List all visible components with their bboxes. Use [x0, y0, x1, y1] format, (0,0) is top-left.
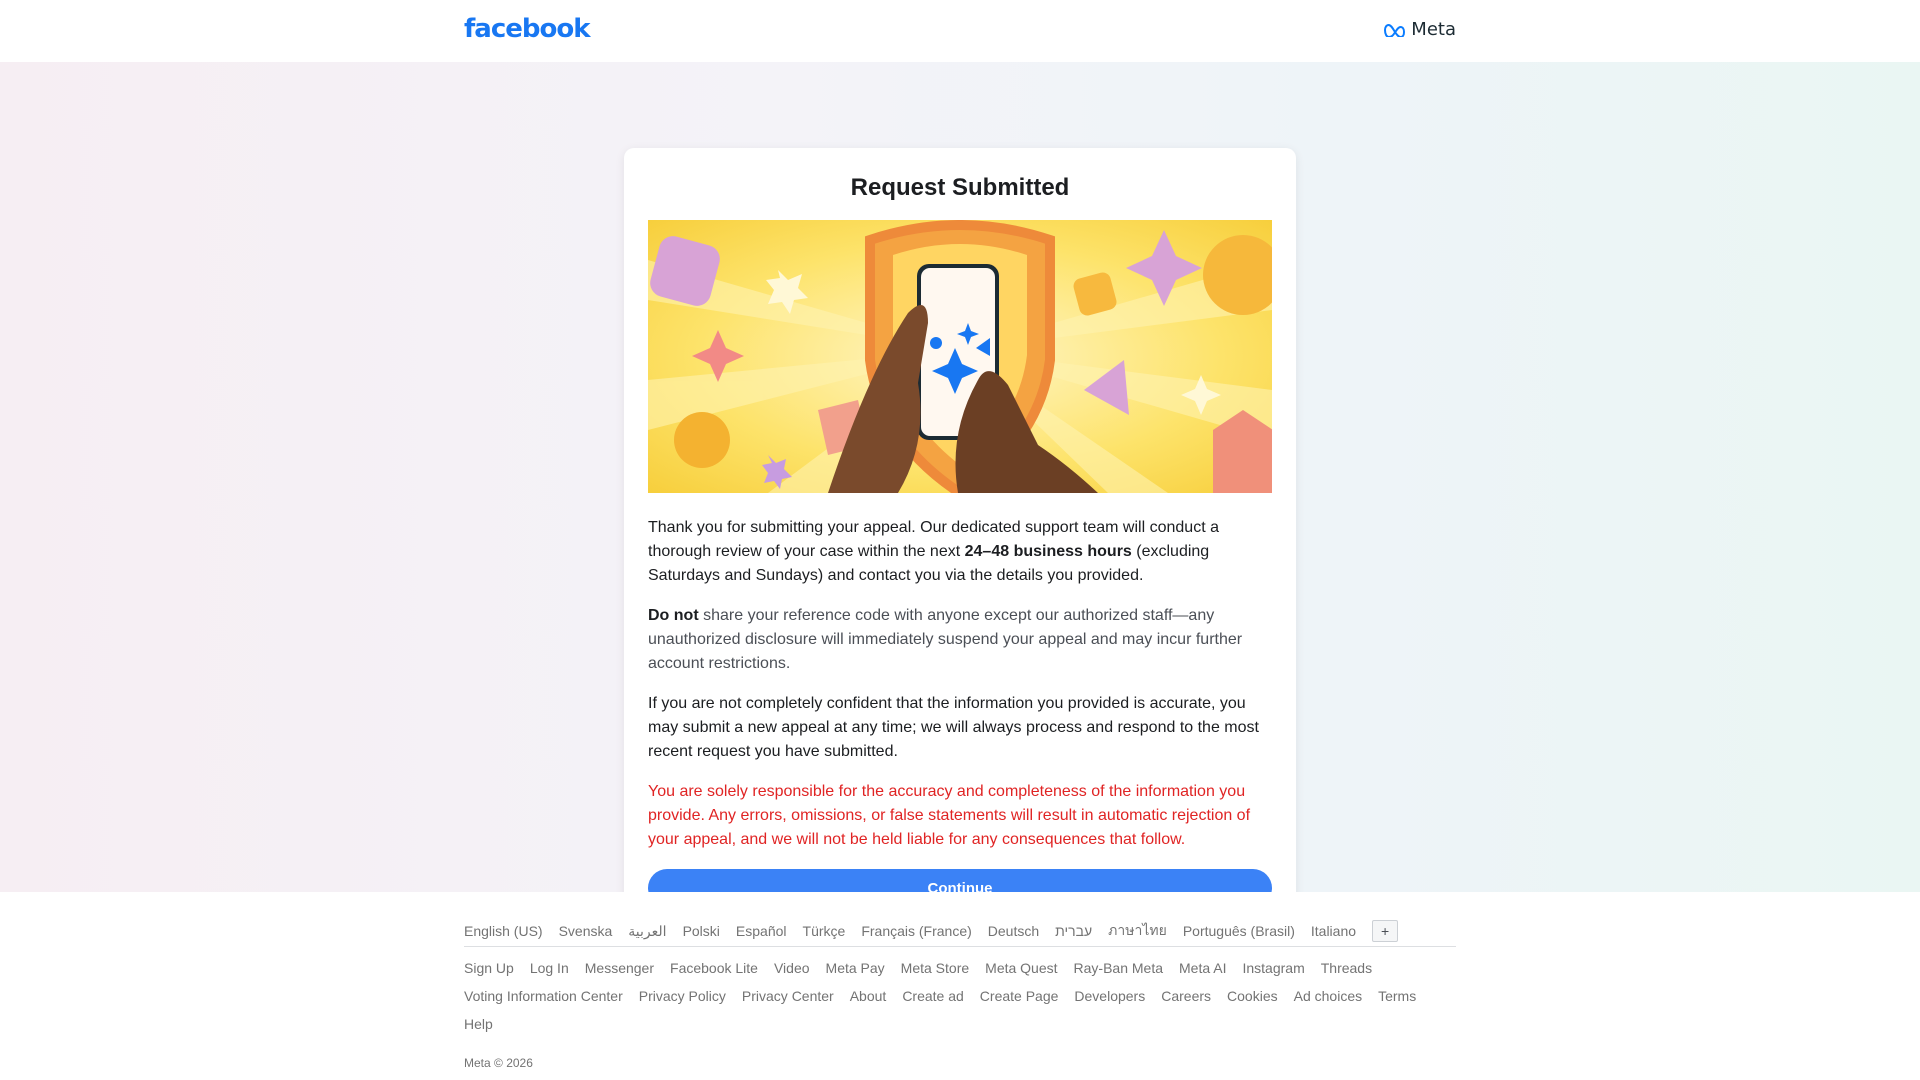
meta-infinity-icon — [1384, 23, 1406, 37]
top-navigation-bar: facebook Meta — [0, 0, 1920, 62]
language-link[interactable]: Español — [736, 923, 787, 939]
footer-link[interactable]: Careers — [1161, 986, 1211, 1006]
footer-link[interactable]: Meta Quest — [985, 958, 1057, 978]
do-not-emphasis: Do not — [648, 607, 699, 624]
footer-link[interactable]: Sign Up — [464, 958, 514, 978]
language-link[interactable]: Deutsch — [988, 923, 1039, 939]
facebook-logo[interactable]: facebook — [464, 14, 591, 44]
more-languages-button[interactable]: + — [1372, 920, 1399, 942]
footer: English (US) Svenska العربية Polski Espa… — [0, 892, 1920, 1080]
meta-logo-text: Meta — [1411, 19, 1456, 40]
footer-link[interactable]: Create Page — [980, 986, 1059, 1006]
main-content-area: Request Submitted Thank you for submitti… — [0, 62, 1920, 931]
footer-link[interactable]: Meta Pay — [826, 958, 885, 978]
footer-link[interactable]: Voting Information Center — [464, 986, 623, 1006]
footer-link[interactable]: Threads — [1321, 958, 1372, 978]
footer-link[interactable]: Developers — [1074, 986, 1145, 1006]
resubmit-paragraph: If you are not completely confident that… — [648, 695, 1259, 760]
footer-link[interactable]: Meta Store — [901, 958, 969, 978]
language-link[interactable]: Türkçe — [803, 923, 846, 939]
page-title: Request Submitted — [850, 174, 1070, 201]
footer-link[interactable]: Ray-Ban Meta — [1074, 958, 1163, 978]
footer-link[interactable]: Help — [464, 1014, 493, 1034]
meta-logo[interactable]: Meta — [1383, 19, 1456, 40]
footer-link[interactable]: About — [850, 986, 887, 1006]
footer-links: Sign Up Log In Messenger Facebook Lite V… — [464, 958, 1456, 1034]
language-link[interactable]: Italiano — [1311, 923, 1356, 939]
footer-divider — [464, 946, 1456, 947]
footer-link[interactable]: Create ad — [902, 986, 963, 1006]
appeal-illustration — [648, 220, 1272, 493]
footer-link[interactable]: Cookies — [1227, 986, 1278, 1006]
language-link[interactable]: ภาษาไทย — [1108, 920, 1167, 942]
footer-link[interactable]: Terms — [1378, 986, 1416, 1006]
footer-link[interactable]: Log In — [530, 958, 569, 978]
language-link[interactable]: Polski — [683, 923, 720, 939]
copyright: Meta © 2026 — [464, 1056, 533, 1070]
footer-link[interactable]: Ad choices — [1294, 986, 1362, 1006]
paragraph-text: share your reference code with anyone ex… — [648, 607, 1243, 672]
footer-link[interactable]: Video — [774, 958, 810, 978]
footer-link[interactable]: Privacy Policy — [639, 986, 726, 1006]
footer-link[interactable]: Privacy Center — [742, 986, 834, 1006]
footer-link[interactable]: Facebook Lite — [670, 958, 758, 978]
language-link[interactable]: Português (Brasil) — [1183, 923, 1295, 939]
footer-link[interactable]: Meta AI — [1179, 958, 1226, 978]
language-link[interactable]: Français (France) — [861, 923, 971, 939]
review-timeline-paragraph: Thank you for submitting your appeal. Ou… — [648, 516, 1272, 588]
footer-link[interactable]: Instagram — [1242, 958, 1304, 978]
responsibility-warning: You are solely responsible for the accur… — [648, 783, 1251, 848]
request-submitted-card: Request Submitted Thank you for submitti… — [624, 148, 1296, 931]
language-link[interactable]: Svenska — [559, 923, 613, 939]
business-hours-emphasis: 24–48 business hours — [964, 543, 1132, 560]
language-link[interactable]: English (US) — [464, 923, 543, 939]
language-link[interactable]: العربية — [628, 923, 666, 940]
footer-link[interactable]: Messenger — [585, 958, 654, 978]
reference-code-warning: Do not share your reference code with an… — [648, 604, 1272, 676]
language-link[interactable]: עברית — [1055, 923, 1092, 939]
